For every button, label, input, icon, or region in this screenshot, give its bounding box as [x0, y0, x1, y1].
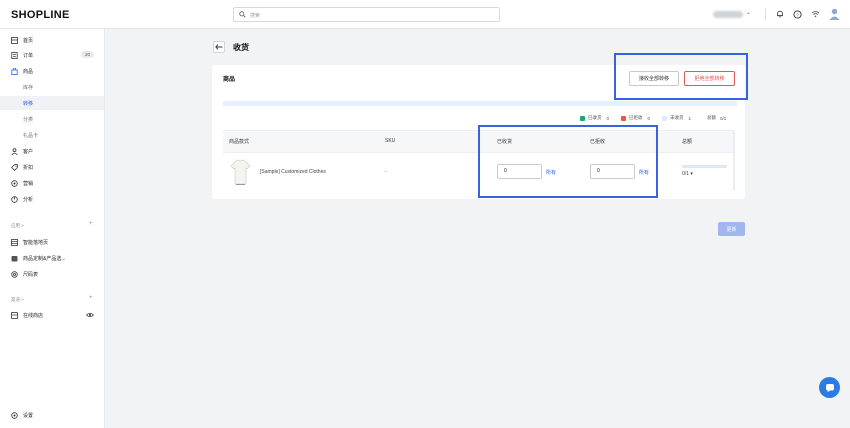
top-bar: SHOPLINE 搜索 ⌄ ?: [0, 0, 850, 29]
tag-icon: [11, 163, 18, 171]
sidebar-item-label: 礼品卡: [23, 132, 39, 139]
sidebar-item-discounts[interactable]: 折扣: [0, 160, 104, 174]
home-icon: [11, 36, 18, 44]
legend-pending-count: 1: [688, 115, 692, 121]
sidebar-item-categories[interactable]: 分类: [0, 112, 104, 126]
update-button[interactable]: 更新: [718, 222, 745, 236]
legend-pending-label: 未收货: [670, 115, 684, 120]
sidebar-item-label: 折扣: [23, 164, 34, 171]
add-app-icon[interactable]: +: [89, 221, 93, 227]
sidebar-item-label: 首页: [23, 37, 34, 44]
sidebar-item-inventory[interactable]: 库存: [0, 80, 104, 94]
analytics-icon: [11, 195, 18, 203]
order-icon: [11, 51, 18, 59]
chevron-down-icon[interactable]: ⌄: [746, 9, 751, 16]
received-swatch: [580, 115, 585, 121]
sidebar-item-orders[interactable]: 订单 20: [0, 48, 104, 62]
sidebar-item-customization[interactable]: 商品定制&产品选...: [0, 251, 104, 265]
grid-icon: [11, 238, 18, 246]
eye-icon[interactable]: [86, 312, 94, 318]
search-placeholder: 搜索: [250, 13, 261, 19]
legend-received: 已收货 0: [580, 115, 609, 121]
shopline-logo[interactable]: SHOPLINE: [11, 9, 70, 21]
sidebar-item-marketing[interactable]: 营销: [0, 176, 104, 190]
column-header-sku: SKU: [385, 138, 396, 144]
page-title: 收货: [233, 43, 249, 52]
rejected-swatch: [621, 115, 626, 121]
product-name[interactable]: [Sample] Customized Clothes: [260, 169, 326, 175]
ruler-icon: [11, 270, 18, 278]
sidebar-item-label: 商品定制&产品选...: [23, 255, 66, 262]
sidebar-item-label: 订单: [23, 52, 34, 59]
sidebar: 首页 订单 20 商品 库存 转移 分类 礼品卡 客户 折扣 营销 分析 应用 …: [0, 29, 105, 428]
arrow-left-icon: [215, 44, 223, 50]
legend-rejected: 已拒收 0: [621, 115, 650, 121]
chat-button[interactable]: [819, 377, 840, 398]
store-icon: [11, 255, 18, 262]
chat-icon: [825, 383, 834, 392]
avatar-icon[interactable]: [829, 8, 840, 20]
sidebar-item-label: 分析: [23, 196, 34, 203]
highlight-box-quantities: [478, 125, 658, 198]
sidebar-item-customers[interactable]: 客户: [0, 144, 104, 158]
sidebar-item-label: 设置: [23, 412, 34, 419]
store-selector[interactable]: [713, 11, 743, 18]
legend-total-value: 0/1: [720, 115, 727, 121]
legend-total-label: 总额: [707, 115, 716, 120]
legend-rejected-count: 0: [647, 115, 651, 121]
sidebar-item-label: 转移: [23, 100, 34, 107]
sidebar-item-size-chart[interactable]: 尺码表: [0, 267, 104, 281]
bag-icon: [11, 67, 18, 75]
sidebar-item-transfers[interactable]: 转移: [0, 96, 104, 110]
svg-text:?: ?: [796, 12, 799, 17]
back-button[interactable]: [213, 41, 225, 53]
progress-bar: [223, 101, 737, 106]
sidebar-item-label: 客户: [23, 148, 34, 155]
search-input[interactable]: 搜索: [233, 7, 500, 22]
sidebar-item-label: 在线商店: [23, 312, 44, 319]
sidebar-item-gift-cards[interactable]: 礼品卡: [0, 128, 104, 142]
column-header-product: 商品款式: [229, 139, 250, 145]
legend-received-label: 已收货: [588, 115, 602, 120]
sidebar-item-label: 商品: [23, 68, 34, 75]
total-value[interactable]: 0/1 ▾: [682, 171, 693, 177]
total-progress-bar: [682, 165, 727, 168]
bell-icon[interactable]: [775, 9, 785, 19]
column-header-total: 总额: [682, 139, 693, 145]
legend-pending: 未收货 1: [662, 115, 691, 121]
legend-total: 总额 0/1: [707, 115, 726, 121]
legend-received-count: 0: [606, 115, 610, 121]
product-sku: -: [385, 169, 387, 175]
product-thumbnail[interactable]: [230, 159, 251, 185]
apps-section-label[interactable]: 应用 >: [11, 223, 24, 229]
sidebar-item-label: 库存: [23, 84, 34, 91]
pending-swatch: [662, 115, 667, 121]
marketing-icon: [11, 179, 18, 187]
table-scroll-edge: [733, 130, 735, 191]
sidebar-item-settings[interactable]: 设置: [0, 408, 104, 422]
sidebar-item-home[interactable]: 首页: [0, 33, 104, 47]
sidebar-item-landing-page[interactable]: 智能落地页: [0, 235, 104, 249]
user-icon: [11, 147, 18, 155]
sidebar-item-products[interactable]: 商品: [0, 64, 104, 78]
order-count-badge: 20: [80, 51, 94, 58]
help-icon[interactable]: ?: [792, 9, 802, 19]
wifi-icon[interactable]: [810, 9, 820, 19]
card-title: 商品: [223, 77, 236, 83]
search-icon: [239, 11, 246, 18]
sidebar-item-label: 营销: [23, 180, 34, 187]
legend-rejected-label: 已拒收: [629, 115, 643, 120]
sidebar-item-label: 分类: [23, 116, 34, 123]
sidebar-item-label: 尺码表: [23, 271, 39, 278]
add-channel-icon[interactable]: +: [89, 295, 93, 301]
gear-icon: [11, 411, 18, 419]
channels-section-label[interactable]: 渠道 >: [11, 297, 24, 303]
shop-icon: [11, 311, 18, 319]
divider: [765, 8, 766, 20]
sidebar-item-label: 智能落地页: [23, 239, 49, 246]
highlight-box-actions: [614, 53, 748, 100]
sidebar-item-analytics[interactable]: 分析: [0, 192, 104, 206]
